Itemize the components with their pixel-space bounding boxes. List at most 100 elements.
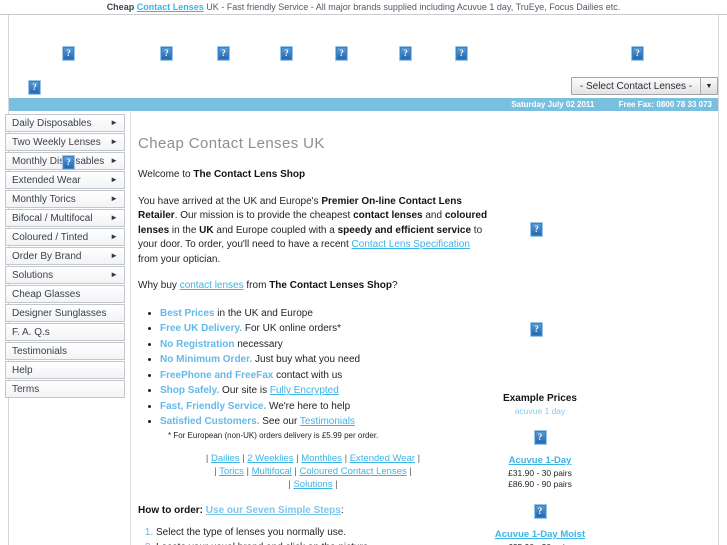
how-to-order-label: How to order: [138,505,203,516]
sidebar-item-label: Monthly Torics [12,193,76,205]
broken-image-icon-body-0[interactable]: ? [62,155,75,170]
intro-b4: UK [199,224,214,236]
whybuy-t1: Why buy [138,280,180,291]
quick-link-coloured-contact-lenses[interactable]: Coloured Contact Lenses [300,466,407,477]
welcome-paragraph: Welcome to The Contact Lens Shop [138,168,488,183]
sidebar-item-designer-sunglasses[interactable]: Designer Sunglasses [5,304,125,322]
contact-lenses-link[interactable]: contact lenses [180,280,244,291]
select-contact-lenses[interactable]: - Select Contact Lenses - ▼ [571,77,718,95]
sidebar-item-label: Daily Disposables [12,117,92,129]
sidebar-item-coloured-tinted[interactable]: Coloured / Tinted ► [5,228,125,246]
sidebar-item-bifocal-multifocal[interactable]: Bifocal / Multifocal ► [5,209,125,227]
intro-t2: . Our mission is to provide the cheapest [174,210,354,221]
quick-link-dailies[interactable]: Dailies [211,453,240,464]
quick-link-solutions[interactable]: Solutions [293,479,332,490]
sidebar-item-monthly-torics[interactable]: Monthly Torics ► [5,190,125,208]
chevron-right-icon: ► [110,175,118,184]
broken-image-icon-body-2[interactable]: ? [530,322,543,337]
benefit-item: No Registration necessary [160,337,488,352]
quick-link-monthlies[interactable]: Monthlies [301,453,342,464]
broken-image-icon-nav-2[interactable]: ? [217,46,230,61]
order-steps-list: Select the type of lenses you normally u… [138,526,488,545]
benefit-item: Best Prices in the UK and Europe [160,306,488,321]
quick-link-torics[interactable]: Torics [219,466,244,477]
chevron-right-icon: ► [110,156,118,165]
sidebar-item-daily-disposables[interactable]: Daily Disposables ► [5,114,125,132]
quick-link-separator: | [332,479,338,490]
seven-simple-steps-link[interactable]: Use our Seven Simple Steps [206,505,341,516]
price-block: ? Acuvue 1-Day £31.90 - 30 pairs £86.90 - 9… [470,430,610,490]
top-nav-row: ????????? [0,15,727,95]
sidebar-item-cheap-glasses[interactable]: Cheap Glasses [5,285,125,303]
chevron-right-icon: ► [110,232,118,241]
benefit-item: Shop Safely. Our site is Fully Encrypted [160,383,488,398]
sidebar-item-label: Cheap Glasses [12,288,81,300]
page-frame: ????????? - Select Contact Lenses - ▼ Sa… [0,14,727,545]
broken-image-icon-product[interactable]: ? [533,430,547,445]
chevron-right-icon: ► [110,194,118,203]
strapline: Cheap Contact Lenses UK - Fast friendly … [0,0,727,14]
chevron-right-icon: ► [110,213,118,222]
quick-link-separator: | [415,453,421,464]
chevron-right-icon: ► [110,270,118,279]
quick-link-multifocal[interactable]: Multifocal [252,466,292,477]
chevron-right-icon: ► [110,118,118,127]
chevron-down-icon[interactable]: ▼ [700,78,717,94]
sidebar-item-label: Solutions [12,269,54,281]
strapline-link[interactable]: Contact Lenses [137,2,204,12]
benefit-highlight: Fast, Friendly Service. [160,400,267,412]
whybuy-shop-name: The Contact Lenses Shop [269,280,392,291]
how-to-order: How to order: Use our Seven Simple Steps… [138,505,488,516]
benefit-highlight: Shop Safely. [160,385,220,396]
quick-links-row: | Torics | Multifocal | Coloured Contact… [138,465,488,478]
why-buy-paragraph: Why buy contact lenses from The Contact … [138,279,488,294]
delivery-footnote: * For European (non-UK) orders delivery … [168,431,379,440]
sidebar-item-label: Testimonials [12,345,68,357]
benefit-text: Our site is [219,385,270,396]
welcome-shop-name: The Contact Lens Shop [193,169,306,180]
benefit-text: See our [259,416,300,427]
quick-link-separator: | [406,466,412,477]
price-block: ?Acuvue 1-Day Moist£35.90 - 30 pairs£92.… [470,504,610,545]
example-prices-subtitle: acuvue 1 day [514,406,566,416]
sidebar-item-extended-wear[interactable]: Extended Wear ► [5,171,125,189]
quick-link-extended-wear[interactable]: Extended Wear [350,453,415,464]
sidebar-item-help[interactable]: Help [5,361,125,379]
quick-links-row: | Dailies | 2 Weeklies | Monthlies | Ext… [138,452,488,465]
broken-image-icon-product[interactable]: ? [533,504,547,519]
benefit-highlight: No Registration [160,338,235,350]
sidebar-item-testimonials[interactable]: Testimonials [5,342,125,360]
benefit-link[interactable]: Testimonials [300,416,355,427]
broken-image-icon-nav-4[interactable]: ? [335,46,348,61]
product-link[interactable]: Acuvue 1-Day Moist [470,529,610,540]
benefit-highlight: Best Prices [160,307,215,319]
contact-lens-specification-link[interactable]: Contact Lens Specification [352,239,470,250]
sidebar-item-label: Extended Wear [12,174,81,186]
benefit-link[interactable]: Fully Encrypted [270,385,339,396]
page-title: Cheap Contact Lenses UK [138,135,325,152]
broken-image-icon-nav-3[interactable]: ? [280,46,293,61]
sidebar-item-label: Coloured / Tinted [12,231,89,243]
welcome-pre: Welcome to [138,169,194,180]
quick-links: | Dailies | 2 Weeklies | Monthlies | Ext… [138,452,488,491]
benefit-highlight: No Minimum Order. [160,354,253,365]
broken-image-icon-nav-8[interactable]: ? [28,80,41,95]
intro-t1: You have arrived at the UK and Europe's [138,195,322,207]
product-link[interactable]: Acuvue 1-Day [470,455,610,466]
quick-link-2-weeklies[interactable]: 2 Weeklies [247,453,293,464]
quick-link-separator: | [243,466,252,477]
broken-image-icon-nav-1[interactable]: ? [160,46,173,61]
sidebar-item-solutions[interactable]: Solutions ► [5,266,125,284]
example-prices-title: Example Prices [503,393,577,404]
status-date: Saturday July 02 2011 [511,100,595,109]
sidebar-item-f-a-q-s[interactable]: F. A. Q.s [5,323,125,341]
sidebar-item-two-weekly-lenses[interactable]: Two Weekly Lenses ► [5,133,125,151]
broken-image-icon-nav-0[interactable]: ? [62,46,75,61]
sidebar-item-order-by-brand[interactable]: Order By Brand ► [5,247,125,265]
sidebar-item-terms[interactable]: Terms [5,380,125,398]
broken-image-icon-body-1[interactable]: ? [530,222,543,237]
broken-image-icon-nav-6[interactable]: ? [455,46,468,61]
broken-image-icon-nav-5[interactable]: ? [399,46,412,61]
broken-image-icon-nav-7[interactable]: ? [631,46,644,61]
intro-t3: and [422,210,445,221]
